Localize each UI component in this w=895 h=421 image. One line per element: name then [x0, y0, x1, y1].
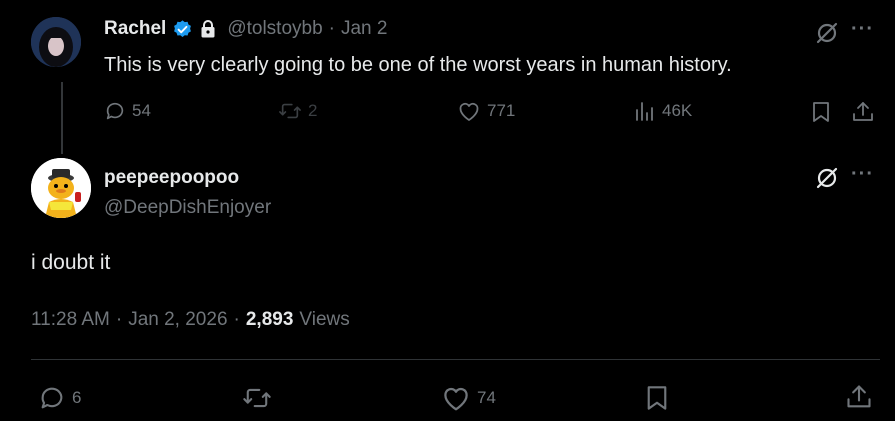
repost-icon [279, 103, 301, 119]
parent-more-icon[interactable]: ··· [851, 18, 874, 41]
bookmark-icon [647, 386, 667, 410]
repost-icon [243, 388, 271, 408]
parent-like-count: 771 [487, 101, 516, 120]
reply-icon [41, 387, 63, 409]
tweet-meta: 11:28 AM · Jan 2, 2026 · 2,893 Views [31, 309, 350, 331]
main-reply-button[interactable]: 6 [38, 384, 81, 412]
parent-handle[interactable]: @tolstoybb [227, 18, 322, 40]
main-like-count: 74 [477, 388, 496, 407]
parent-reply-button[interactable]: 54 [104, 100, 151, 122]
main-reply-count: 6 [72, 388, 82, 407]
parent-bookmark-button[interactable] [810, 100, 832, 129]
views-icon [636, 102, 653, 121]
parent-date[interactable]: Jan 2 [341, 18, 387, 40]
views-label: Views [299, 309, 350, 330]
reply-icon [106, 102, 124, 120]
main-avatar[interactable] [31, 158, 91, 218]
parent-views-count: 46K [662, 101, 693, 120]
main-share-button[interactable] [845, 383, 873, 416]
meta-separator: · [115, 309, 123, 330]
main-bookmark-button[interactable] [644, 383, 670, 418]
thread-line [61, 82, 63, 154]
main-more-icon[interactable]: ··· [851, 163, 874, 186]
main-author-name[interactable]: peepeepoopoo [104, 167, 239, 189]
meta-separator: · [233, 309, 240, 330]
main-handle[interactable]: @DeepDishEnjoyer [104, 197, 271, 219]
parent-reply-count: 54 [132, 101, 151, 120]
share-icon [853, 102, 873, 121]
parent-tweet-text: This is very clearly going to be one of … [104, 54, 732, 76]
tweet-date[interactable]: Jan 2, 2026 [128, 309, 227, 331]
bookmark-icon [813, 102, 829, 122]
parent-repost-button[interactable]: 2 [278, 100, 317, 122]
lock-icon [199, 19, 217, 39]
parent-author-name[interactable]: Rachel [104, 18, 166, 40]
view-count: 2,893 [245, 309, 294, 330]
parent-repost-count: 2 [308, 101, 318, 120]
tweet-time[interactable]: 11:28 AM [31, 309, 110, 331]
date-separator: · [328, 18, 335, 39]
heart-icon [459, 102, 479, 121]
heart-icon [444, 387, 468, 411]
parent-like-button[interactable]: 771 [457, 100, 515, 122]
main-grok-icon[interactable] [814, 165, 840, 196]
share-icon [847, 385, 871, 408]
parent-grok-icon[interactable] [814, 20, 840, 51]
verified-badge-icon [172, 19, 193, 40]
parent-share-button[interactable] [851, 100, 875, 129]
parent-views-button[interactable]: 46K [634, 100, 692, 122]
main-like-button[interactable]: 74 [441, 384, 496, 412]
main-tweet-text: i doubt it [31, 251, 111, 274]
divider [31, 359, 880, 360]
parent-avatar[interactable] [31, 17, 81, 67]
main-repost-button[interactable] [242, 384, 272, 417]
